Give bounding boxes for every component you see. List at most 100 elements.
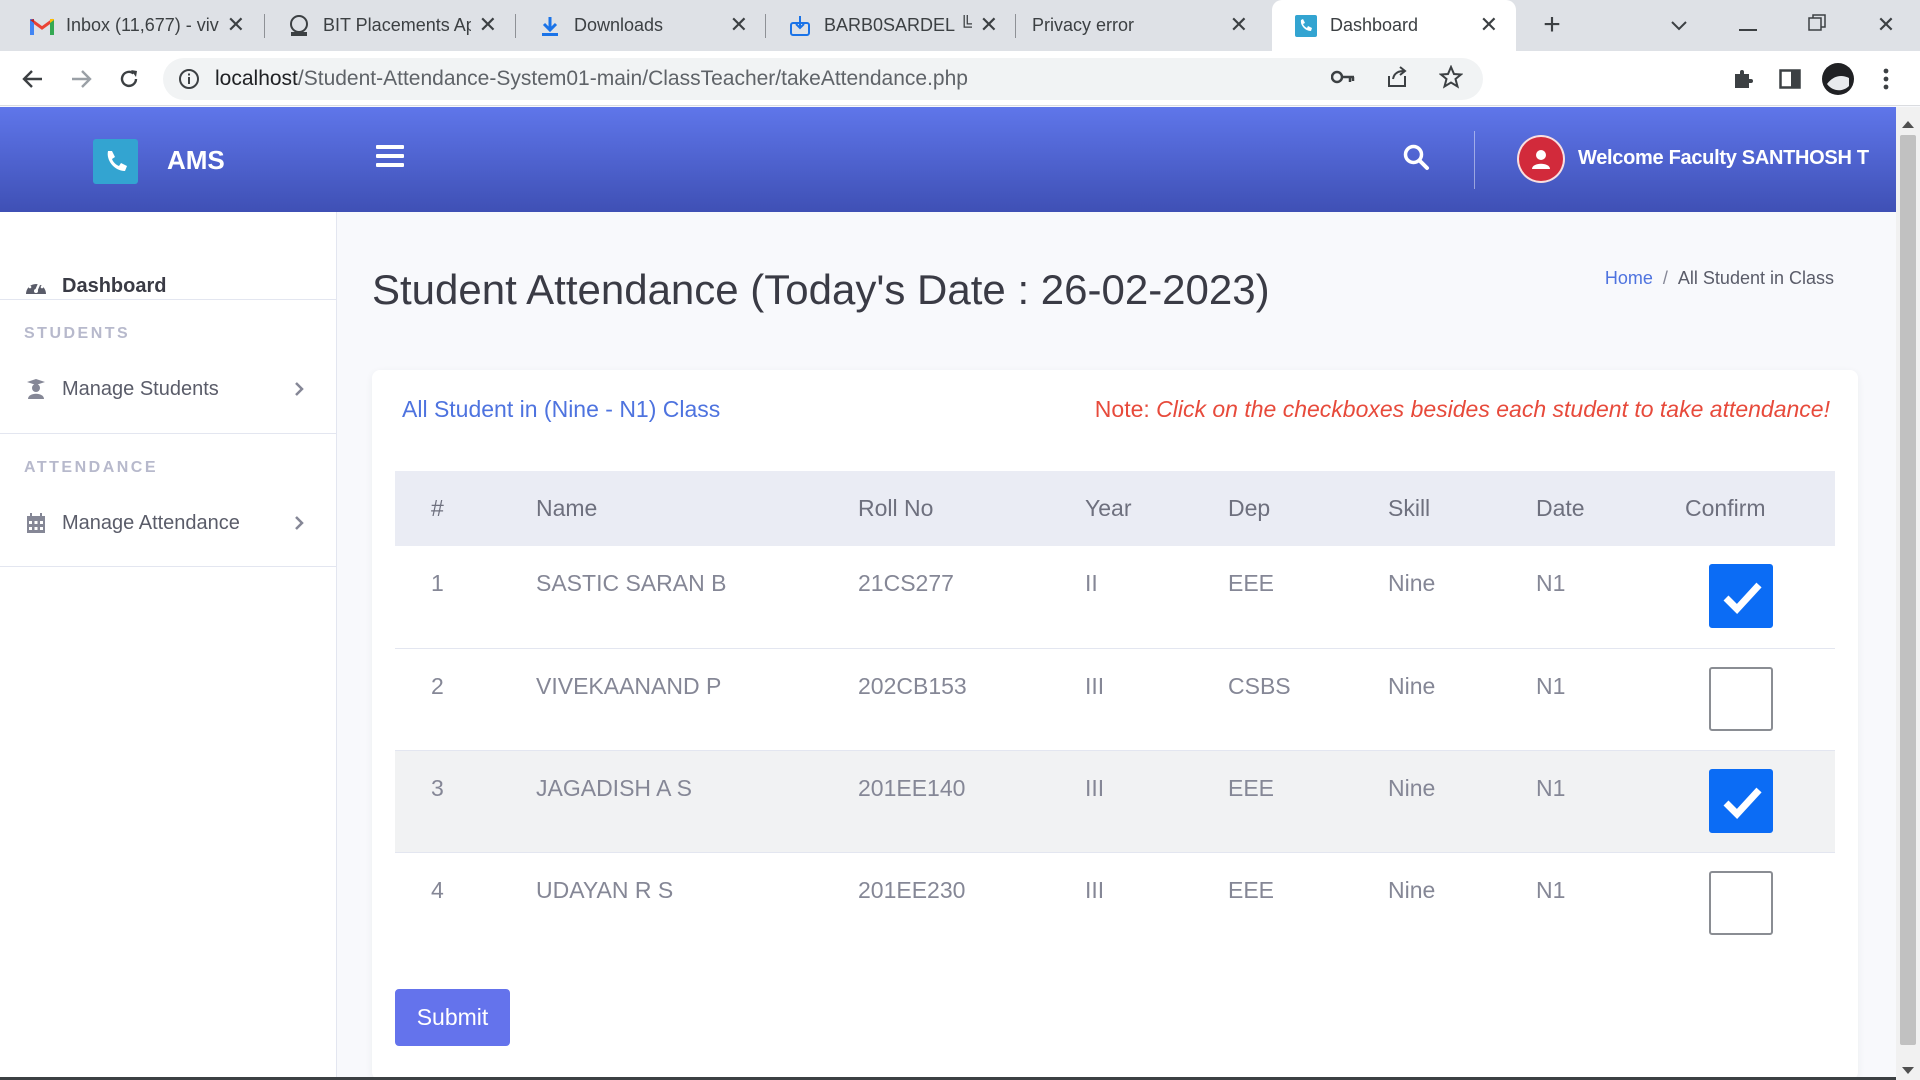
- browser-tab-inbox[interactable]: Inbox (11,677) - viv ✕: [8, 0, 263, 51]
- sidebar-item-label: Manage Students: [62, 377, 219, 400]
- url-path: /Student-Attendance-System01-main/ClassT…: [297, 67, 968, 90]
- tab-close-icon[interactable]: ✕: [1480, 13, 1498, 37]
- attendance-checkbox[interactable]: [1709, 564, 1773, 628]
- column-header-dep: Dep: [1228, 495, 1271, 521]
- student-name: JAGADISH A S: [536, 775, 692, 801]
- scroll-up-arrow-icon[interactable]: [1902, 115, 1914, 128]
- close-window-icon[interactable]: ✕: [1866, 8, 1906, 42]
- department: EEE: [1228, 877, 1275, 903]
- user-avatar-icon[interactable]: [1517, 135, 1565, 183]
- browser-tab-dashboard[interactable]: Dashboard ✕: [1272, 0, 1516, 51]
- download-icon: [538, 14, 562, 38]
- minimize-icon[interactable]: [1728, 8, 1768, 42]
- url-text: localhost/Student-Attendance-System01-ma…: [215, 67, 968, 91]
- url-host: localhost: [215, 67, 298, 90]
- browser-menu-icon[interactable]: [1866, 59, 1906, 99]
- browser-tab-downloads[interactable]: Downloads ✕: [516, 0, 766, 51]
- attendance-checkbox[interactable]: [1709, 769, 1773, 833]
- breadcrumb: Home / All Student in Class: [1605, 268, 1834, 289]
- share-icon[interactable]: [1385, 65, 1409, 93]
- side-panel-icon[interactable]: [1770, 59, 1810, 99]
- bookmark-star-icon[interactable]: [1438, 63, 1464, 94]
- column-header-confirm: Confirm: [1685, 495, 1766, 521]
- search-icon[interactable]: [1402, 143, 1432, 173]
- browser-tab-strip: Inbox (11,677) - viv ✕ BIT Placements Ap…: [0, 0, 1920, 51]
- date: N1: [1536, 570, 1566, 596]
- browser-toolbar: localhost/Student-Attendance-System01-ma…: [0, 51, 1920, 106]
- extensions-puzzle-icon[interactable]: [1723, 59, 1763, 99]
- ams-logo-icon[interactable]: [93, 139, 138, 184]
- roll-no: 21CS277: [858, 570, 954, 596]
- ams-icon: [1294, 14, 1318, 38]
- year: III: [1085, 877, 1105, 903]
- sidebar-heading-attendance: ATTENDANCE: [24, 459, 159, 476]
- restore-icon[interactable]: [1797, 8, 1837, 42]
- profile-avatar-icon[interactable]: [1818, 59, 1858, 99]
- scrollbar-thumb[interactable]: [1900, 135, 1916, 1045]
- tab-close-icon[interactable]: ✕: [1230, 13, 1248, 37]
- sidebar-toggle-icon[interactable]: [376, 145, 404, 171]
- sidebar-divider: [0, 299, 337, 300]
- topbar-divider: [1474, 131, 1475, 189]
- year: III: [1085, 775, 1105, 801]
- tab-title: Dashboard: [1330, 15, 1419, 35]
- column-header-name: Name: [536, 495, 598, 521]
- tab-close-icon[interactable]: ✕: [479, 13, 497, 37]
- table-row: 3 JAGADISH A S 201EE140 III EEE Nine N1: [395, 750, 1835, 852]
- breadcrumb-current: All Student in Class: [1677, 268, 1834, 288]
- placements-icon: [287, 14, 311, 38]
- skill: Nine: [1388, 775, 1436, 801]
- tab-search-icon[interactable]: [1659, 8, 1699, 42]
- roll-no: 202CB153: [858, 673, 967, 699]
- sidebar: Dashboard STUDENTS Manage Students ATTEN…: [0, 212, 337, 1080]
- checkmark-icon: [1723, 582, 1762, 615]
- sidebar-item-manage-students[interactable]: Manage Students: [0, 359, 337, 419]
- breadcrumb-separator: /: [1662, 268, 1668, 288]
- department: CSBS: [1228, 673, 1291, 699]
- skill: Nine: [1388, 673, 1436, 699]
- tab-close-icon[interactable]: ✕: [730, 13, 748, 37]
- sidebar-item-label: Manage Attendance: [62, 511, 240, 534]
- date: N1: [1536, 775, 1566, 801]
- submit-button[interactable]: Submit: [395, 989, 510, 1046]
- tab-close-icon[interactable]: ✕: [980, 13, 998, 37]
- attendance-checkbox[interactable]: [1709, 667, 1773, 731]
- new-tab-button[interactable]: +: [1535, 8, 1569, 42]
- welcome-user-text[interactable]: Welcome Faculty SANTHOSH T: [1578, 147, 1869, 170]
- back-arrow-icon[interactable]: [13, 59, 53, 99]
- reload-icon[interactable]: [109, 59, 149, 99]
- browser-tab-placements[interactable]: BIT Placements App ✕: [265, 0, 515, 51]
- key-icon[interactable]: [1330, 70, 1355, 89]
- browser-tab-privacy-error[interactable]: Privacy error ✕: [1016, 0, 1266, 51]
- calendar-icon: [24, 511, 48, 535]
- breadcrumb-home-link[interactable]: Home: [1605, 268, 1653, 288]
- table-row: 2 VIVEKAANAND P 202CB153 III CSBS Nine N…: [395, 648, 1835, 750]
- brand-name[interactable]: AMS: [167, 145, 225, 176]
- skill: Nine: [1388, 570, 1436, 596]
- sidebar-item-label: Dashboard: [62, 274, 167, 297]
- attendance-checkbox[interactable]: [1709, 871, 1773, 935]
- address-bar[interactable]: localhost/Student-Attendance-System01-ma…: [163, 58, 1483, 100]
- column-header-roll-no: Roll No: [858, 495, 934, 521]
- browser-tab-barbosardel[interactable]: BARB0SARDEL ╚ro ✕: [766, 0, 1016, 51]
- roll-no: 201EE140: [858, 775, 966, 801]
- note-text: Click on the checkboxes besides each stu…: [1156, 396, 1830, 422]
- row-index: 1: [431, 570, 444, 596]
- note-label: Note:: [1094, 396, 1150, 422]
- column-header-year: Year: [1085, 495, 1132, 521]
- site-info-icon[interactable]: [177, 67, 201, 91]
- table-row: 1 SASTIC SARAN B 21CS277 II EEE Nine N1: [395, 546, 1835, 648]
- sidebar-heading-students: STUDENTS: [24, 325, 131, 342]
- row-index: 3: [431, 775, 444, 801]
- scroll-down-arrow-icon[interactable]: [1902, 1062, 1914, 1074]
- page-scrollbar[interactable]: [1896, 107, 1920, 1080]
- date: N1: [1536, 877, 1566, 903]
- sidebar-item-manage-attendance[interactable]: Manage Attendance: [0, 493, 337, 553]
- gmail-icon: [30, 14, 54, 38]
- table-header-row: # Name Roll No Year Dep Skill Date Confi…: [395, 471, 1835, 546]
- app-topbar: AMS Welcome Faculty SANTHOSH T: [0, 107, 1896, 212]
- tab-close-icon[interactable]: ✕: [227, 13, 245, 37]
- attendance-card: All Student in (Nine - N1) Class Note: C…: [372, 370, 1858, 1080]
- forward-arrow-icon[interactable]: [61, 59, 101, 99]
- sidebar-item-dashboard[interactable]: Dashboard: [0, 256, 337, 316]
